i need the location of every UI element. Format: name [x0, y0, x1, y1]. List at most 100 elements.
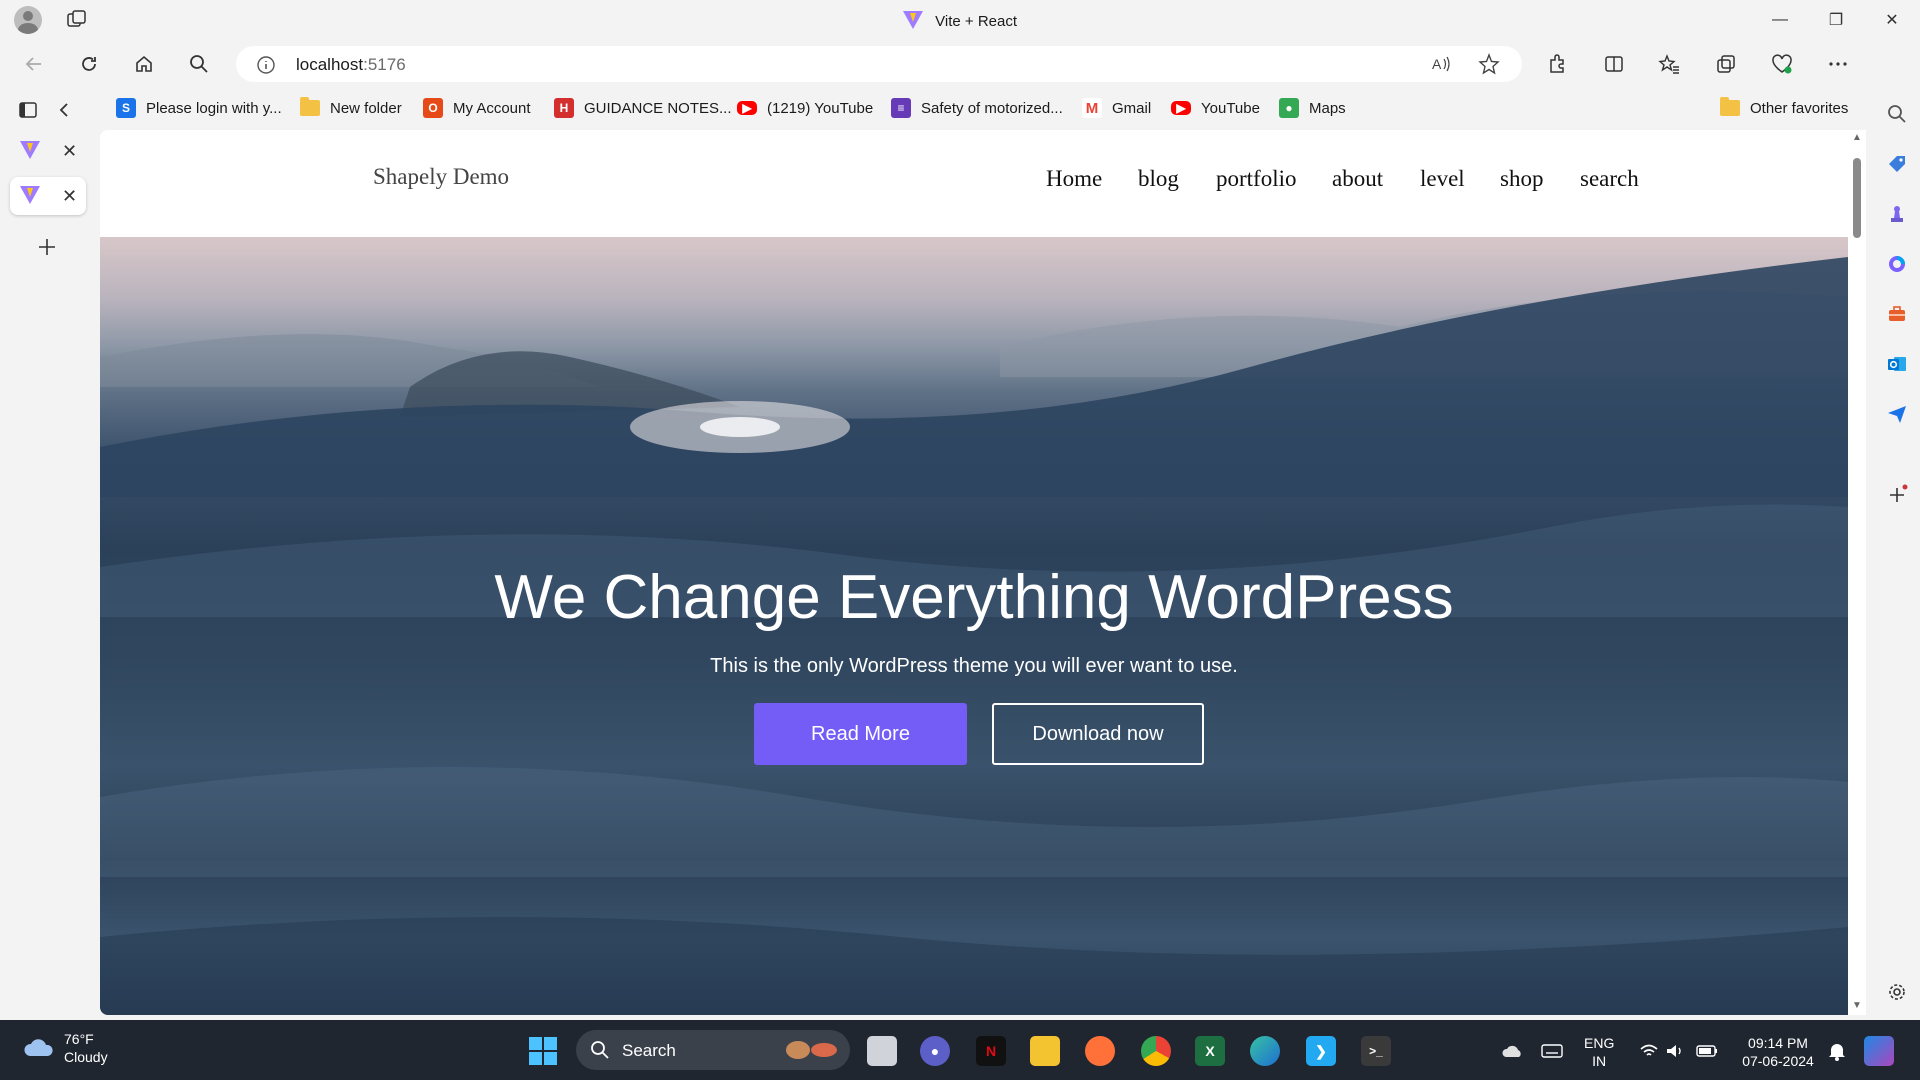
- chrome-icon[interactable]: [1141, 1036, 1171, 1066]
- netflix-icon[interactable]: N: [976, 1036, 1006, 1066]
- page-scrollbar[interactable]: ▲ ▼: [1848, 130, 1866, 1015]
- split-screen-icon: [1605, 56, 1623, 72]
- favorite-my-account[interactable]: O My Account: [423, 96, 531, 120]
- refresh-button[interactable]: [73, 48, 105, 80]
- nav-shop[interactable]: shop: [1500, 166, 1543, 192]
- nav-blog[interactable]: blog: [1138, 166, 1179, 192]
- task-view-icon[interactable]: [867, 1036, 897, 1066]
- teams-chat-icon[interactable]: ●: [920, 1036, 950, 1066]
- url-text[interactable]: localhost:5176: [296, 55, 406, 75]
- back-button[interactable]: [18, 48, 50, 80]
- onedrive-icon[interactable]: [1498, 1036, 1528, 1066]
- taskbar-search-box[interactable]: Search: [576, 1030, 850, 1070]
- edge-icon[interactable]: [1250, 1036, 1280, 1066]
- nav-search[interactable]: search: [1580, 166, 1639, 192]
- page-viewport: Shapely Demo Home blog portfolio about l…: [100, 130, 1848, 1015]
- edge-sidebar: [1874, 40, 1920, 1018]
- read-aloud-icon[interactable]: A: [1430, 53, 1452, 75]
- other-favorites[interactable]: Other favorites: [1720, 96, 1848, 120]
- collapse-chevron-icon[interactable]: [56, 100, 72, 120]
- sidebar-search-icon[interactable]: [1885, 102, 1909, 126]
- clock[interactable]: 09:14 PM 07-06-2024: [1738, 1034, 1818, 1070]
- more-menu-button[interactable]: [1824, 50, 1852, 78]
- extensions-button[interactable]: [1544, 50, 1572, 78]
- search-button[interactable]: [183, 48, 215, 80]
- language-indicator[interactable]: ENG IN: [1584, 1034, 1614, 1070]
- close-tab-icon[interactable]: ✕: [62, 141, 77, 162]
- youtube-icon: ▶: [1171, 101, 1191, 115]
- window-title: Vite + React: [0, 11, 1920, 30]
- scroll-up-arrow-icon[interactable]: ▲: [1852, 132, 1862, 143]
- favorite-safety-motorized[interactable]: ≡ Safety of motorized...: [891, 96, 1063, 120]
- favorite-please-login[interactable]: S Please login with y...: [116, 96, 282, 120]
- favorite-star-icon[interactable]: [1478, 53, 1500, 75]
- new-tab-icon[interactable]: [36, 236, 58, 258]
- battery-icon[interactable]: [1692, 1036, 1722, 1066]
- outlook-icon[interactable]: [1885, 352, 1909, 376]
- shopping-tag-icon[interactable]: [1885, 152, 1909, 176]
- sidebar-settings-icon[interactable]: [1885, 980, 1909, 1004]
- volume-icon[interactable]: [1660, 1036, 1690, 1066]
- nav-about[interactable]: about: [1332, 166, 1383, 192]
- file-explorer-icon[interactable]: [1030, 1036, 1060, 1066]
- terminal-icon[interactable]: >_: [1361, 1036, 1391, 1066]
- download-now-button[interactable]: Download now: [992, 703, 1204, 765]
- send-icon[interactable]: [1885, 402, 1909, 426]
- url-host: localhost: [296, 55, 364, 74]
- favorites-button[interactable]: [1655, 50, 1683, 78]
- site-header: Shapely Demo Home blog portfolio about l…: [100, 130, 1848, 237]
- favorite-maps[interactable]: ● Maps: [1279, 96, 1346, 120]
- info-icon[interactable]: [256, 55, 276, 75]
- vertical-tab-strip: ✕ ✕: [0, 88, 100, 1018]
- clock-date: 07-06-2024: [1742, 1053, 1814, 1069]
- microsoft-365-icon[interactable]: [1885, 252, 1909, 276]
- hero-subtitle: This is the only WordPress theme you wil…: [710, 655, 1238, 677]
- hero-section: We Change Everything WordPress This is t…: [100, 237, 1848, 1015]
- scroll-down-arrow-icon[interactable]: ▼: [1852, 1000, 1862, 1011]
- favorite-youtube-1219[interactable]: ▶ (1219) YouTube: [737, 96, 873, 120]
- favorite-label: Please login with y...: [146, 99, 282, 117]
- svg-text:A: A: [1432, 56, 1442, 72]
- favorite-gmail[interactable]: M Gmail: [1082, 96, 1151, 120]
- firefox-icon[interactable]: [1085, 1036, 1115, 1066]
- tab-actions-icon[interactable]: [18, 100, 38, 120]
- tab-vite-react-1[interactable]: ✕: [10, 132, 86, 170]
- notification-bell-icon[interactable]: [1822, 1036, 1852, 1066]
- nav-level[interactable]: level: [1420, 166, 1465, 192]
- favorite-new-folder[interactable]: New folder: [300, 96, 402, 120]
- windows-taskbar: 76°F Cloudy Search ● N X ❯ >_ ENG IN 09:…: [0, 1020, 1920, 1080]
- scrollbar-thumb[interactable]: [1853, 158, 1861, 238]
- navigation-bar: localhost:5176 A: [0, 40, 1920, 88]
- cloud-icon: [24, 1039, 53, 1056]
- tab-vite-react-2[interactable]: ✕: [10, 177, 86, 215]
- keyboard-icon[interactable]: [1537, 1036, 1567, 1066]
- site-title[interactable]: Shapely Demo: [373, 164, 509, 190]
- windows-start-icon[interactable]: [528, 1036, 558, 1066]
- tools-briefcase-icon[interactable]: [1885, 302, 1909, 326]
- favorite-youtube[interactable]: ▶ YouTube: [1171, 96, 1260, 120]
- add-sidebar-app-icon[interactable]: [1885, 483, 1909, 507]
- favorite-label: (1219) YouTube: [767, 99, 874, 117]
- split-screen-button[interactable]: [1600, 50, 1628, 78]
- minimize-button[interactable]: —: [1752, 0, 1808, 40]
- nav-portfolio[interactable]: portfolio: [1216, 166, 1297, 192]
- favorite-guidance-notes[interactable]: H GUIDANCE NOTES...: [554, 96, 732, 120]
- collections-button[interactable]: [1712, 50, 1740, 78]
- title-bar: Vite + React — ❐ ✕: [0, 0, 1920, 40]
- puzzle-icon: [1550, 54, 1564, 73]
- nav-home[interactable]: Home: [1046, 166, 1102, 192]
- vscode-icon[interactable]: ❯: [1306, 1036, 1336, 1066]
- close-window-button[interactable]: ✕: [1864, 0, 1920, 40]
- favorite-label: My Account: [453, 99, 531, 117]
- home-button[interactable]: [128, 48, 160, 80]
- copilot-taskbar-icon[interactable]: [1864, 1036, 1894, 1066]
- browser-essentials-button[interactable]: [1768, 50, 1796, 78]
- vite-logo-icon: [20, 141, 40, 159]
- chess-icon[interactable]: [1885, 202, 1909, 226]
- address-bar[interactable]: localhost:5176 A: [236, 46, 1522, 82]
- restore-button[interactable]: ❐: [1808, 0, 1864, 40]
- weather-widget[interactable]: 76°F Cloudy: [22, 1030, 108, 1066]
- excel-icon[interactable]: X: [1195, 1036, 1225, 1066]
- close-tab-icon[interactable]: ✕: [62, 186, 77, 207]
- read-more-button[interactable]: Read More: [754, 703, 967, 765]
